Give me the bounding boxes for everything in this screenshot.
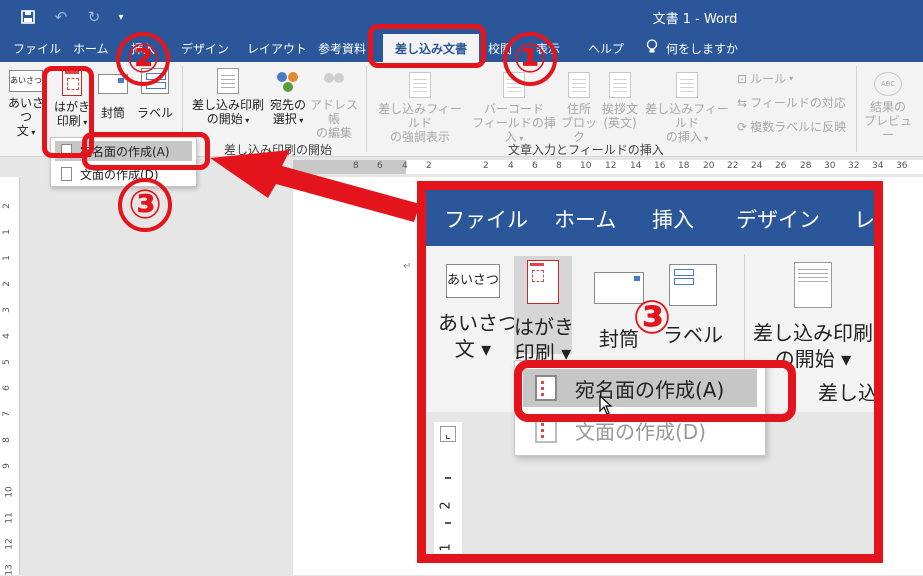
step-1-marker: ① [503, 32, 557, 86]
zoom-tab-design[interactable]: デザイン [736, 204, 820, 234]
zoom-postcard-button[interactable]: はがき 印刷 ▾ [514, 256, 574, 365]
mail-merge-document-icon [794, 262, 832, 308]
zoom-tab-insert[interactable]: 挿入 [652, 204, 694, 234]
zoom-tab-home[interactable]: ホーム [554, 204, 616, 234]
zoom-vertical-ruler: ⌞ 2 1 [434, 422, 462, 554]
step-2-marker: ② [116, 32, 170, 86]
ruler-number: 2 [438, 501, 454, 510]
zoom-greeting-label-2: 文 ▾ [454, 337, 492, 361]
zoom-greeting-button[interactable]: あいさつ あいさつ 文 ▾ [438, 264, 518, 362]
zoom-tab-layout[interactable]: レ [854, 204, 874, 234]
step-3-marker: ③ [118, 178, 172, 232]
zoom-start-mail-merge-button[interactable]: 差し込み印刷 の開始 ▾ [752, 262, 874, 372]
ruler-number: 1 [438, 543, 454, 552]
tab-selector-icon[interactable]: ⌞ [440, 426, 456, 442]
greeting-card-icon: あいさつ [446, 264, 500, 298]
zoom-ribbon-tabs: ファイル ホーム 挿入 デザイン レ [426, 190, 874, 246]
zoom-greeting-label-1: あいさつ [438, 311, 518, 335]
ruler-tick [445, 477, 451, 479]
zoom-group-label: 差し込 [818, 381, 878, 405]
zoom-tab-file[interactable]: ファイル [444, 204, 528, 234]
zoom-step-3-marker: ③ [632, 290, 672, 344]
labels-icon [669, 264, 717, 306]
zoom-callout: ファイル ホーム 挿入 デザイン レ あいさつ あいさつ 文 ▾ はがき 印刷 … [417, 181, 883, 563]
zoom-highlight-box-address-side [514, 360, 796, 422]
zoom-postcard-label-1: はがき [514, 315, 574, 339]
postcard-icon [527, 260, 559, 304]
zoom-start-label-1: 差し込み印刷 [753, 321, 873, 345]
ruler-tick [445, 522, 451, 524]
